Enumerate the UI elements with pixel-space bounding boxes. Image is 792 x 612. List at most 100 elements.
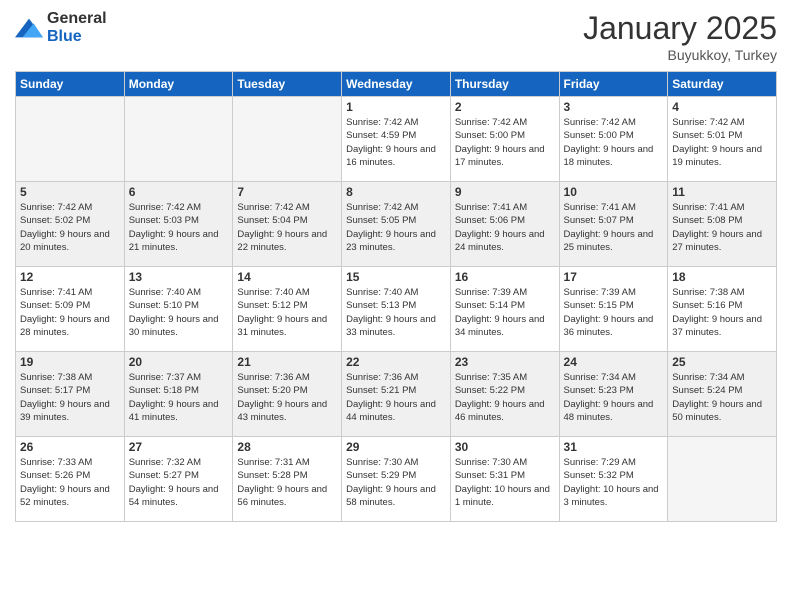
day-info: Sunrise: 7:42 AMSunset: 5:01 PMDaylight:… — [672, 116, 772, 169]
day-info: Sunrise: 7:34 AMSunset: 5:24 PMDaylight:… — [672, 371, 772, 424]
calendar-cell: 6Sunrise: 7:42 AMSunset: 5:03 PMDaylight… — [124, 182, 233, 267]
day-number: 31 — [564, 440, 664, 454]
day-number: 14 — [237, 270, 337, 284]
weekday-header-tuesday: Tuesday — [233, 72, 342, 97]
calendar-cell: 20 Sunrise: 7:37 AMSunset: 5:18 PMDayligh… — [124, 352, 233, 437]
location: Buyukkoy, Turkey — [583, 47, 777, 63]
calendar-cell: 1Sunrise: 7:42 AMSunset: 4:59 PMDaylight… — [342, 97, 451, 182]
calendar-cell: 11 Sunrise: 7:41 AMSunset: 5:08 PMDayligh… — [668, 182, 777, 267]
day-info: Sunrise: 7:42 AMSunset: 5:00 PMDaylight:… — [564, 116, 664, 169]
day-info: Sunrise: 7:37 AMSunset: 5:18 PMDaylight:… — [129, 371, 229, 424]
day-number: 7 — [237, 185, 337, 199]
calendar-cell — [124, 97, 233, 182]
weekday-header-row: SundayMondayTuesdayWednesdayThursdayFrid… — [16, 72, 777, 97]
day-info: Sunrise: 7:38 AMSunset: 5:16 PMDaylight:… — [672, 286, 772, 339]
calendar-cell: 13Sunrise: 7:40 AMSunset: 5:10 PMDayligh… — [124, 267, 233, 352]
calendar-cell: 17 Sunrise: 7:39 AMSunset: 5:15 PMDayligh… — [559, 267, 668, 352]
day-number: 29 — [346, 440, 446, 454]
day-info: Sunrise: 7:34 AMSunset: 5:23 PMDaylight:… — [564, 371, 664, 424]
logo-icon — [15, 14, 43, 42]
logo-general: General — [47, 10, 107, 28]
day-number: 28 — [237, 440, 337, 454]
weekday-header-monday: Monday — [124, 72, 233, 97]
day-number: 6 — [129, 185, 229, 199]
day-number: 5 — [20, 185, 120, 199]
day-number: 25 — [672, 355, 772, 369]
day-number: 9 — [455, 185, 555, 199]
calendar-cell: 26 Sunrise: 7:33 AMSunset: 5:26 PMDayligh… — [16, 437, 125, 522]
day-info: Sunrise: 7:35 AMSunset: 5:22 PMDaylight:… — [455, 371, 555, 424]
day-number: 23 — [455, 355, 555, 369]
day-number: 10 — [564, 185, 664, 199]
calendar-cell: 7 Sunrise: 7:42 AMSunset: 5:04 PMDaylight… — [233, 182, 342, 267]
weekday-header-wednesday: Wednesday — [342, 72, 451, 97]
day-info: Sunrise: 7:33 AMSunset: 5:26 PMDaylight:… — [20, 456, 120, 509]
day-number: 4 — [672, 100, 772, 114]
calendar-cell: 14Sunrise: 7:40 AMSunset: 5:12 PMDayligh… — [233, 267, 342, 352]
month-title: January 2025 — [583, 10, 777, 47]
calendar-cell: 27 Sunrise: 7:32 AMSunset: 5:27 PMDayligh… — [124, 437, 233, 522]
calendar-cell: 8Sunrise: 7:42 AMSunset: 5:05 PMDaylight… — [342, 182, 451, 267]
logo-blue: Blue — [47, 28, 107, 46]
calendar-cell: 29 Sunrise: 7:30 AMSunset: 5:29 PMDayligh… — [342, 437, 451, 522]
day-info: Sunrise: 7:41 AMSunset: 5:09 PMDaylight:… — [20, 286, 120, 339]
calendar-cell — [668, 437, 777, 522]
day-info: Sunrise: 7:36 AMSunset: 5:21 PMDaylight:… — [346, 371, 446, 424]
day-info: Sunrise: 7:41 AMSunset: 5:08 PMDaylight:… — [672, 201, 772, 254]
week-row-2: 5 Sunrise: 7:42 AMSunset: 5:02 PMDaylight… — [16, 182, 777, 267]
day-number: 19 — [20, 355, 120, 369]
title-block: January 2025 Buyukkoy, Turkey — [583, 10, 777, 63]
calendar-cell: 31Sunrise: 7:29 AMSunset: 5:32 PMDayligh… — [559, 437, 668, 522]
calendar-cell: 30Sunrise: 7:30 AMSunset: 5:31 PMDayligh… — [450, 437, 559, 522]
calendar-cell: 16 Sunrise: 7:39 AMSunset: 5:14 PMDayligh… — [450, 267, 559, 352]
calendar-cell — [233, 97, 342, 182]
logo: General Blue — [15, 10, 107, 45]
day-number: 17 — [564, 270, 664, 284]
day-number: 27 — [129, 440, 229, 454]
day-number: 15 — [346, 270, 446, 284]
day-info: Sunrise: 7:30 AMSunset: 5:29 PMDaylight:… — [346, 456, 446, 509]
week-row-1: 1Sunrise: 7:42 AMSunset: 4:59 PMDaylight… — [16, 97, 777, 182]
calendar-cell: 3 Sunrise: 7:42 AMSunset: 5:00 PMDaylight… — [559, 97, 668, 182]
day-info: Sunrise: 7:41 AMSunset: 5:07 PMDaylight:… — [564, 201, 664, 254]
page: General Blue January 2025 Buyukkoy, Turk… — [0, 0, 792, 612]
day-number: 12 — [20, 270, 120, 284]
calendar-cell: 5 Sunrise: 7:42 AMSunset: 5:02 PMDaylight… — [16, 182, 125, 267]
weekday-header-saturday: Saturday — [668, 72, 777, 97]
day-number: 2 — [455, 100, 555, 114]
day-info: Sunrise: 7:39 AMSunset: 5:14 PMDaylight:… — [455, 286, 555, 339]
calendar-cell: 23 Sunrise: 7:35 AMSunset: 5:22 PMDayligh… — [450, 352, 559, 437]
calendar-cell: 9 Sunrise: 7:41 AMSunset: 5:06 PMDaylight… — [450, 182, 559, 267]
day-number: 3 — [564, 100, 664, 114]
day-info: Sunrise: 7:42 AMSunset: 5:00 PMDaylight:… — [455, 116, 555, 169]
day-number: 26 — [20, 440, 120, 454]
day-number: 20 — [129, 355, 229, 369]
day-number: 11 — [672, 185, 772, 199]
day-number: 22 — [346, 355, 446, 369]
week-row-4: 19 Sunrise: 7:38 AMSunset: 5:17 PMDayligh… — [16, 352, 777, 437]
day-info: Sunrise: 7:32 AMSunset: 5:27 PMDaylight:… — [129, 456, 229, 509]
day-info: Sunrise: 7:39 AMSunset: 5:15 PMDaylight:… — [564, 286, 664, 339]
calendar-cell — [16, 97, 125, 182]
calendar-table: SundayMondayTuesdayWednesdayThursdayFrid… — [15, 71, 777, 522]
day-info: Sunrise: 7:42 AMSunset: 4:59 PMDaylight:… — [346, 116, 446, 169]
day-info: Sunrise: 7:42 AMSunset: 5:04 PMDaylight:… — [237, 201, 337, 254]
week-row-5: 26 Sunrise: 7:33 AMSunset: 5:26 PMDayligh… — [16, 437, 777, 522]
week-row-3: 12 Sunrise: 7:41 AMSunset: 5:09 PMDayligh… — [16, 267, 777, 352]
calendar-cell: 19 Sunrise: 7:38 AMSunset: 5:17 PMDayligh… — [16, 352, 125, 437]
calendar-cell: 12 Sunrise: 7:41 AMSunset: 5:09 PMDayligh… — [16, 267, 125, 352]
calendar-cell: 24 Sunrise: 7:34 AMSunset: 5:23 PMDayligh… — [559, 352, 668, 437]
day-info: Sunrise: 7:42 AMSunset: 5:02 PMDaylight:… — [20, 201, 120, 254]
day-info: Sunrise: 7:41 AMSunset: 5:06 PMDaylight:… — [455, 201, 555, 254]
day-info: Sunrise: 7:30 AMSunset: 5:31 PMDaylight:… — [455, 456, 555, 509]
day-info: Sunrise: 7:42 AMSunset: 5:05 PMDaylight:… — [346, 201, 446, 254]
calendar-cell: 28 Sunrise: 7:31 AMSunset: 5:28 PMDayligh… — [233, 437, 342, 522]
day-info: Sunrise: 7:38 AMSunset: 5:17 PMDaylight:… — [20, 371, 120, 424]
day-info: Sunrise: 7:31 AMSunset: 5:28 PMDaylight:… — [237, 456, 337, 509]
calendar-cell: 21Sunrise: 7:36 AMSunset: 5:20 PMDayligh… — [233, 352, 342, 437]
day-number: 13 — [129, 270, 229, 284]
day-number: 24 — [564, 355, 664, 369]
day-number: 16 — [455, 270, 555, 284]
day-number: 21 — [237, 355, 337, 369]
calendar-cell: 22 Sunrise: 7:36 AMSunset: 5:21 PMDayligh… — [342, 352, 451, 437]
